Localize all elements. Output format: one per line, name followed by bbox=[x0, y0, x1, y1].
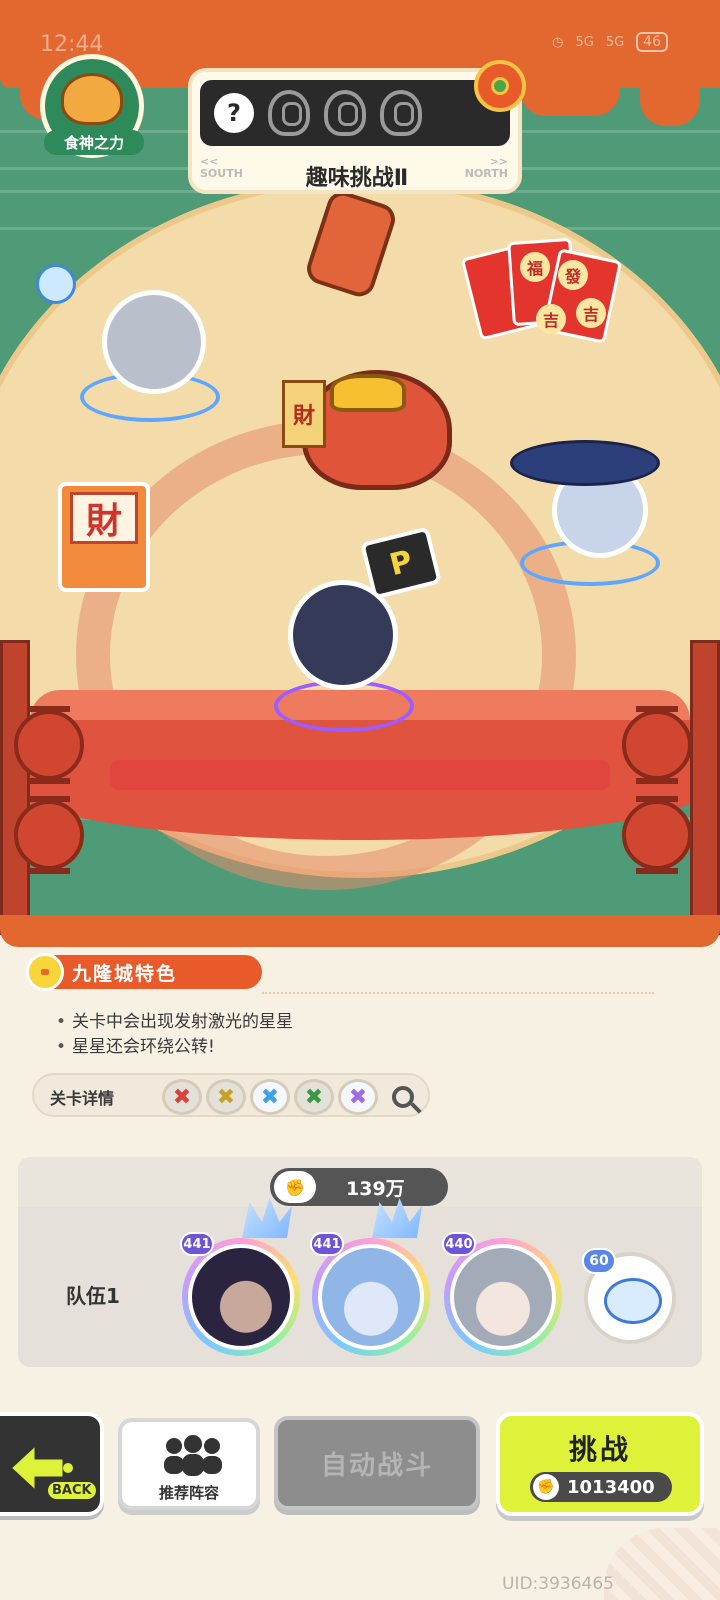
lantern-icon bbox=[622, 706, 692, 784]
pet-level-badge: 60 bbox=[582, 1248, 616, 1274]
fortune-box: 財 bbox=[58, 482, 150, 592]
character-right[interactable] bbox=[510, 400, 680, 600]
back-button[interactable]: BACK bbox=[0, 1412, 104, 1516]
help-icon[interactable]: ? bbox=[214, 93, 254, 133]
team-member-slot[interactable]: 441 bbox=[310, 1198, 430, 1356]
melon-bun-icon bbox=[61, 73, 123, 125]
pet-avatar bbox=[604, 1278, 662, 1324]
south-label: SOUTH bbox=[200, 167, 243, 180]
team-label: 队伍1 bbox=[66, 1284, 120, 1308]
member-level-badge: 441 bbox=[180, 1232, 214, 1256]
pillar-left bbox=[0, 640, 30, 935]
challenge-label: 挑战 bbox=[568, 1433, 631, 1466]
lantern-icon bbox=[14, 706, 84, 784]
direction-south[interactable]: << SOUTH bbox=[200, 156, 243, 180]
uid-label: UID:3936465 bbox=[502, 1574, 614, 1594]
team-member-slot[interactable]: 440 bbox=[442, 1232, 562, 1356]
element-water-icon[interactable]: ✖ bbox=[250, 1079, 290, 1115]
drip bbox=[520, 80, 620, 116]
battle-scene: 福 發 吉 吉 財 財 P 12:44 ◷ 5G 5G 46 食神之力 ? <<… bbox=[0, 0, 720, 935]
divider bbox=[262, 992, 654, 994]
lantern-icon bbox=[622, 796, 692, 874]
pet-slot[interactable]: 60 bbox=[582, 1248, 676, 1344]
element-wood-icon[interactable]: ✖ bbox=[294, 1079, 334, 1115]
flower-badge-icon[interactable] bbox=[474, 60, 526, 112]
challenge-button[interactable]: 挑战 ✊ 1013400 bbox=[496, 1412, 704, 1516]
spirit-icon bbox=[36, 264, 76, 304]
fist-icon: ✊ bbox=[533, 1474, 559, 1500]
team-power-value: 139万 bbox=[346, 1177, 405, 1200]
drip bbox=[640, 80, 700, 126]
corner-pattern bbox=[604, 1528, 720, 1600]
member-avatar bbox=[450, 1244, 556, 1350]
alarm-icon: ◷ bbox=[552, 34, 564, 50]
team-member-slot[interactable]: 441 bbox=[180, 1198, 300, 1356]
team-silhouette-icon bbox=[164, 1435, 222, 1476]
gold-ingot-icon bbox=[330, 374, 406, 412]
challenge-cost-value: 1013400 bbox=[567, 1476, 655, 1498]
feature-list: 关卡中会出现发射激光的星星 星星还会环绕公转! bbox=[56, 1010, 293, 1060]
element-fire-icon[interactable]: ✖ bbox=[162, 1079, 202, 1115]
fist-icon: ✊ bbox=[274, 1171, 316, 1203]
list-item: 关卡中会出现发射激光的星星 bbox=[56, 1010, 293, 1035]
slipper-icon bbox=[380, 90, 422, 136]
challenge-cost: ✊ 1013400 bbox=[530, 1472, 672, 1502]
status-indicators: ◷ 5G 5G 46 bbox=[552, 32, 668, 52]
character-left[interactable] bbox=[36, 260, 230, 440]
pillar-right bbox=[690, 640, 720, 935]
envelope-label: 福 bbox=[520, 252, 550, 282]
slipper-icon bbox=[324, 90, 366, 136]
hat-icon bbox=[510, 440, 660, 486]
element-earth-icon[interactable]: ✖ bbox=[206, 1079, 246, 1115]
member-level-badge: 441 bbox=[310, 1232, 344, 1256]
signal-icon: 5G bbox=[575, 34, 594, 50]
feature-title: 九隆城特色 bbox=[72, 962, 178, 985]
back-label: BACK bbox=[48, 1482, 96, 1499]
panel-drip bbox=[0, 915, 720, 947]
stage-details-bar[interactable]: 关卡详情 ✖ ✖ ✖ ✖ ✖ bbox=[32, 1073, 430, 1117]
stage-details-label: 关卡详情 bbox=[50, 1089, 115, 1108]
element-thunder-icon[interactable]: ✖ bbox=[338, 1079, 378, 1115]
challenge-title: 趣味挑战Ⅱ bbox=[305, 166, 409, 191]
character-sprite bbox=[102, 290, 206, 394]
member-level-badge: 440 bbox=[442, 1232, 476, 1256]
envelope-label: 發 bbox=[558, 260, 588, 290]
magnifier-icon[interactable] bbox=[384, 1078, 422, 1116]
red-envelopes: 福 發 吉 吉 bbox=[460, 237, 623, 344]
direction-north[interactable]: >> NORTH bbox=[465, 156, 508, 180]
member-avatar bbox=[318, 1244, 424, 1350]
recommend-team-label: 推荐阵容 bbox=[158, 1484, 219, 1502]
slipper-icon bbox=[268, 90, 310, 136]
ribbon bbox=[110, 760, 610, 790]
chick-icon bbox=[26, 953, 64, 991]
team-power: ✊ 139万 bbox=[270, 1168, 448, 1206]
north-label: NORTH bbox=[464, 167, 508, 180]
challenge-progress: ? bbox=[200, 80, 510, 146]
challenge-panel: ? << SOUTH 趣味挑战Ⅱ >> NORTH bbox=[188, 68, 522, 194]
list-item: 星星还会环绕公转! bbox=[56, 1035, 293, 1060]
member-avatar bbox=[188, 1244, 294, 1350]
lantern-icon bbox=[14, 796, 84, 874]
recommend-team-button[interactable]: 推荐阵容 bbox=[118, 1418, 260, 1510]
battery-icon: 46 bbox=[636, 32, 668, 52]
feature-header: 九隆城特色 bbox=[26, 953, 262, 991]
fortune-banner: 財 bbox=[282, 380, 326, 448]
chef-power-label: 食神之力 bbox=[44, 130, 144, 155]
auto-battle-button[interactable]: 自动战斗 bbox=[274, 1416, 480, 1510]
envelope-label: 吉 bbox=[536, 304, 566, 334]
envelope-label: 吉 bbox=[576, 298, 606, 328]
fortune-box-label: 財 bbox=[70, 492, 138, 544]
signal-icon: 5G bbox=[605, 34, 625, 50]
